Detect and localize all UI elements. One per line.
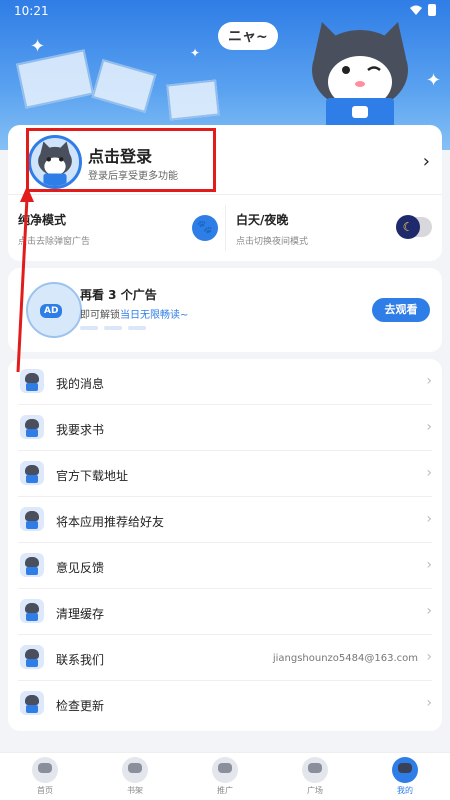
status-bar: 10:21 xyxy=(14,2,436,20)
chevron-right-icon: › xyxy=(426,557,432,573)
profile-icon xyxy=(392,757,418,783)
ad-badge: AD xyxy=(40,304,63,318)
tab-promote[interactable]: 推广 xyxy=(195,757,255,796)
divider xyxy=(225,205,226,251)
ad-title: 再看 3 个广告 xyxy=(80,288,157,302)
chevron-right-icon[interactable]: › xyxy=(423,151,430,172)
chevron-right-icon: › xyxy=(426,649,432,665)
ad-subtitle: 即可解锁当日无限畅读~ xyxy=(80,306,188,321)
update-icon xyxy=(20,691,44,715)
day-night-option[interactable]: 白天/夜晚 点击切换夜间模式 xyxy=(236,211,308,247)
night-mode-toggle[interactable]: ☾ xyxy=(396,215,432,239)
sparkle-icon: ✦ xyxy=(30,36,46,57)
menu-item-label: 官方下载地址 xyxy=(56,469,129,483)
tab-label: 我的 xyxy=(397,786,413,795)
tab-home[interactable]: 首页 xyxy=(15,757,75,796)
chevron-right-icon: › xyxy=(426,603,432,619)
wifi-icon xyxy=(410,5,422,15)
menu-item-label: 我的消息 xyxy=(56,377,105,391)
divider xyxy=(8,194,442,195)
watch-ad-button[interactable]: 去观看 xyxy=(372,298,430,322)
annotation-highlight-box xyxy=(26,128,216,192)
contact-icon xyxy=(20,645,44,669)
comic-page-illustration xyxy=(15,49,95,109)
tab-label: 首页 xyxy=(37,786,53,795)
book-request-icon xyxy=(20,415,44,439)
bookshelf-icon xyxy=(122,757,148,783)
cat-mascot-illustration xyxy=(312,22,408,128)
moon-icon: ☾ xyxy=(396,215,420,239)
tab-plaza[interactable]: 广场 xyxy=(285,757,345,796)
pure-mode-subtitle: 点击去除弹窗广告 xyxy=(18,237,91,247)
pure-mode-option[interactable]: 纯净模式 点击去除弹窗广告 xyxy=(18,211,90,247)
home-icon xyxy=(32,757,58,783)
download-icon xyxy=(20,461,44,485)
tab-bookshelf[interactable]: 书架 xyxy=(105,757,165,796)
menu-item-label: 我要求书 xyxy=(56,423,105,437)
menu-item-check-update[interactable]: 检查更新 › xyxy=(8,681,442,727)
tab-profile[interactable]: 我的 xyxy=(375,757,435,796)
menu-item-label: 意见反馈 xyxy=(56,561,105,575)
menu-item-download[interactable]: 官方下载地址 › xyxy=(8,451,442,497)
chevron-right-icon: › xyxy=(426,465,432,481)
ad-subtitle-highlight: 当日无限畅读~ xyxy=(120,310,189,321)
ad-reward-card: AD 再看 3 个广告 即可解锁当日无限畅读~ 去观看 xyxy=(8,268,442,352)
comic-page-illustration xyxy=(166,79,220,121)
feedback-icon xyxy=(20,553,44,577)
trash-icon xyxy=(20,599,44,623)
chevron-right-icon: › xyxy=(426,695,432,711)
chevron-right-icon: › xyxy=(426,511,432,527)
menu-item-label: 将本应用推荐给好友 xyxy=(56,515,165,529)
tab-label: 推广 xyxy=(217,786,233,795)
menu-item-messages[interactable]: 我的消息 › xyxy=(8,359,442,405)
promote-icon xyxy=(212,757,238,783)
contact-email: jiangshounzo5484@163.com xyxy=(272,653,418,664)
menu-item-label: 检查更新 xyxy=(56,699,105,713)
menu-item-feedback[interactable]: 意见反馈 › xyxy=(8,543,442,589)
menu-item-contact[interactable]: 联系我们 jiangshounzo5484@163.com › xyxy=(8,635,442,681)
plaza-icon xyxy=(302,757,328,783)
day-night-title: 白天/夜晚 xyxy=(236,213,289,227)
tab-label: 书架 xyxy=(127,786,143,795)
speech-bubble: ニャ~ xyxy=(218,22,278,50)
pure-mode-title: 纯净模式 xyxy=(18,213,67,227)
day-night-subtitle: 点击切换夜间模式 xyxy=(236,237,309,247)
message-icon xyxy=(20,369,44,393)
menu-item-label: 联系我们 xyxy=(56,653,105,667)
ad-progress-dots xyxy=(80,326,146,330)
bottom-tab-bar: 首页 书架 推广 广场 我的 xyxy=(0,752,450,800)
chevron-right-icon: › xyxy=(426,419,432,435)
paw-icon[interactable]: 🐾 xyxy=(192,215,218,241)
menu-item-share[interactable]: 将本应用推荐给好友 › xyxy=(8,497,442,543)
menu-item-clear-cache[interactable]: 清理缓存 › xyxy=(8,589,442,635)
share-icon xyxy=(20,507,44,531)
tab-label: 广场 xyxy=(307,786,323,795)
sparkle-icon: ✦ xyxy=(426,70,442,91)
status-time: 10:21 xyxy=(14,4,49,18)
ad-subtitle-prefix: 即可解锁 xyxy=(80,310,120,321)
comic-page-illustration xyxy=(91,59,157,113)
chevron-right-icon: › xyxy=(426,373,432,389)
settings-menu: 我的消息 › 我要求书 › 官方下载地址 › 将本应用推荐给好友 › 意见反馈 … xyxy=(8,359,442,731)
menu-item-label: 清理缓存 xyxy=(56,607,105,621)
battery-icon xyxy=(428,4,436,16)
menu-item-request-book[interactable]: 我要求书 › xyxy=(8,405,442,451)
ad-cat-icon: AD xyxy=(26,282,82,338)
sparkle-icon: ✦ xyxy=(190,46,201,60)
